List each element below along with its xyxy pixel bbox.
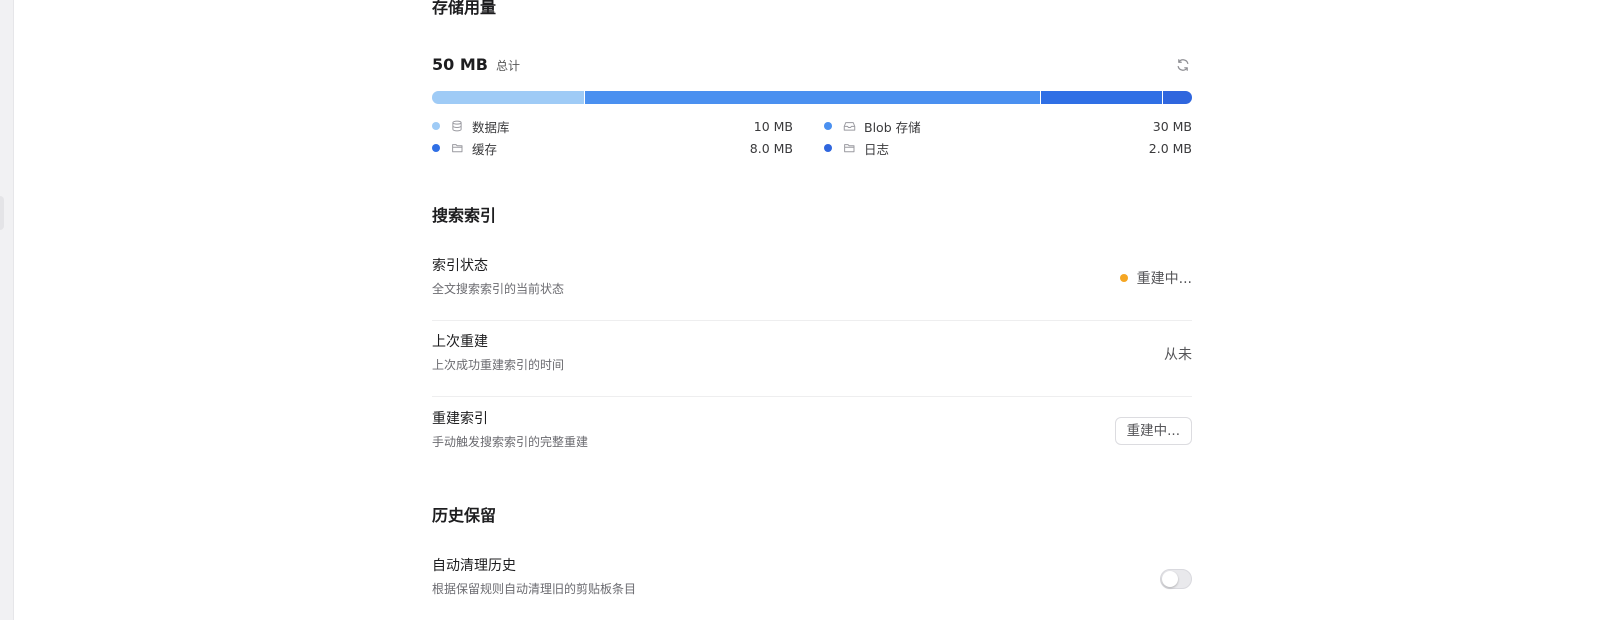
legend-dot-blob [824,122,832,130]
legend-value-blob: 30 MB [1152,118,1192,134]
refresh-button[interactable] [1174,56,1192,74]
left-rail [0,0,14,620]
folder-icon [450,141,464,155]
legend-item-blob: Blob 存储 30 MB [824,116,1192,136]
auto-clean-description: 根据保留规则自动清理旧的剪贴板条目 [432,582,637,596]
archive-box-icon [842,119,856,133]
left-rail-tab[interactable] [0,196,4,230]
legend-value-logs: 2.0 MB [1148,140,1192,156]
status-indicator-dot [1119,274,1128,282]
index-status-value: 重建中... [1119,268,1192,288]
storage-total-label: 总计 [495,59,520,73]
legend-item-logs: 日志 2.0 MB [824,138,1192,158]
last-rebuild-value: 从未 [1164,347,1192,363]
refresh-icon [1177,59,1189,71]
legend-item-cache: 缓存 8.0 MB [432,138,793,158]
auto-clean-toggle[interactable] [1160,569,1192,589]
usage-segment-blob [584,91,1040,104]
index-status-title: 索引状态 [432,258,488,274]
storage-total: 50 MB 总计 [432,55,520,74]
legend-dot-cache [432,144,440,152]
last-rebuild-row: 上次重建 上次成功重建索引的时间 从未 [432,320,1192,397]
legend-value-cache: 8.0 MB [749,140,793,156]
auto-clean-title: 自动清理历史 [432,558,516,574]
legend-label-database: 数据库 [472,119,510,135]
legend-dot-logs [824,144,832,152]
index-status-description: 全文搜索索引的当前状态 [432,282,565,296]
usage-segment-cache [1040,91,1162,104]
usage-segment-database [432,91,584,104]
index-status-text: 重建中... [1136,271,1192,287]
storage-total-value: 50 MB [432,55,488,74]
legend-label-cache: 缓存 [472,141,498,157]
legend-label-logs: 日志 [864,141,890,157]
history-section-title: 历史保留 [432,506,497,525]
legend-item-database: 数据库 10 MB [432,116,793,136]
usage-segment-logs [1161,91,1192,104]
folder-icon [842,141,856,155]
index-status-row: 索引状态 全文搜索索引的当前状态 重建中... [432,244,1192,321]
rebuild-index-row: 重建索引 手动触发搜索索引的完整重建 重建中... [432,397,1192,473]
legend-dot-database [432,122,440,130]
legend-value-database: 10 MB [753,118,793,134]
database-icon [450,119,464,133]
legend-label-blob: Blob 存储 [864,119,921,135]
rebuild-index-title: 重建索引 [432,411,488,427]
toggle-knob [1162,571,1178,587]
last-rebuild-title: 上次重建 [432,334,488,350]
search-index-section-title: 搜索索引 [432,206,497,225]
last-rebuild-description: 上次成功重建索引的时间 [432,358,565,372]
rebuild-index-button[interactable]: 重建中... [1114,417,1192,445]
rebuild-index-description: 手动触发搜索索引的完整重建 [432,435,589,449]
storage-usage-bar [432,91,1192,104]
auto-clean-row: 自动清理历史 根据保留规则自动清理旧的剪贴板条目 [432,544,1192,620]
storage-section-title: 存储用量 [432,0,497,17]
